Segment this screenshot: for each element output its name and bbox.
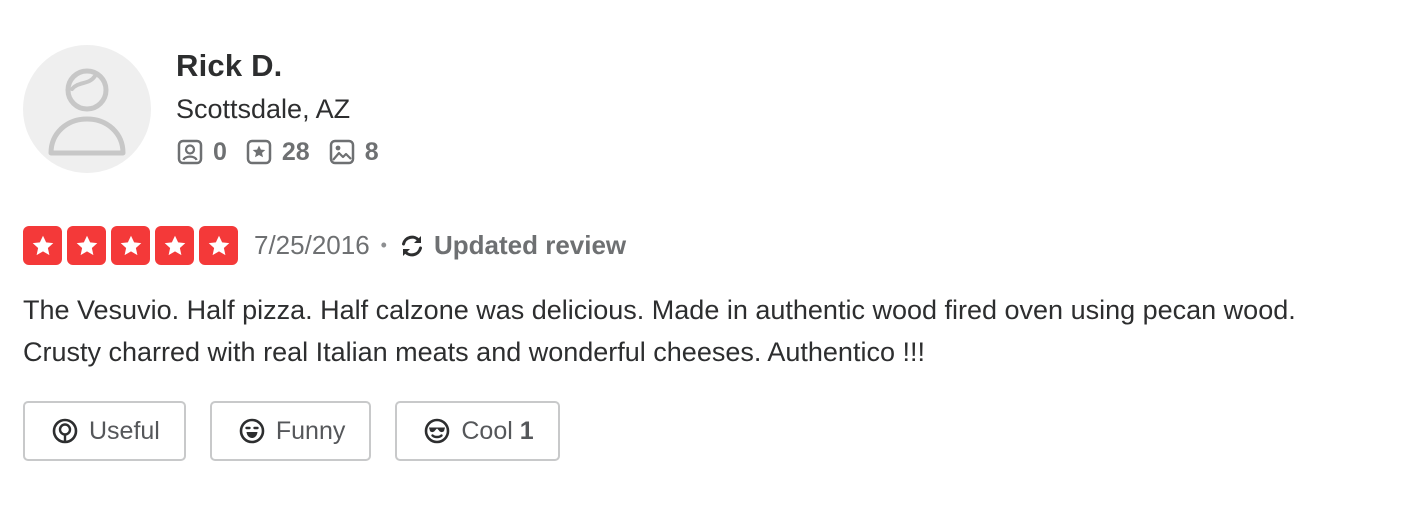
star-icon [32,235,53,255]
reviews-stat: 28 [245,136,310,168]
friends-stat: 0 [176,136,227,168]
star-icon [164,235,185,255]
useful-button[interactable]: Useful [23,401,186,461]
user-name[interactable]: Rick D. [176,46,397,86]
star-icon [208,235,229,255]
funny-label: Funny [275,416,346,445]
user-stats: 0 28 8 [176,136,397,168]
user-info: Rick D. Scottsdale, AZ 0 28 8 [176,46,397,168]
reaction-buttons: Useful Funny Cool 1 [23,401,584,461]
friends-icon [177,139,203,165]
refresh-icon [401,235,422,256]
photos-count: 8 [364,138,379,166]
star-box [199,226,238,265]
reviews-count: 28 [281,138,310,166]
cool-label: Cool [461,416,513,445]
user-location: Scottsdale, AZ [176,94,351,124]
separator-dot: • [380,235,387,255]
review-text: The Vesuvio. Half pizza. Half calzone wa… [23,295,1296,367]
review-card: Rick D. Scottsdale, AZ 0 28 8 7/25/2016 … [0,0,1406,508]
star-icon [76,235,97,255]
laughing-face-icon [239,418,265,444]
updated-review-label: Updated review [433,230,627,260]
sunglasses-face-icon [425,418,450,444]
review-star-icon [246,139,272,165]
useful-label: Useful [89,416,160,445]
star-rating [23,226,238,265]
star-box [111,226,150,265]
friends-count: 0 [213,138,227,166]
star-box [23,226,62,265]
updated-review-link[interactable]: Updated review [398,230,626,261]
funny-button[interactable]: Funny [209,401,372,461]
photos-stat: 8 [328,136,379,168]
avatar[interactable] [23,45,151,173]
cool-button[interactable]: Cool 1 [395,401,560,461]
rating-row: 7/25/2016 • Updated review [23,225,626,266]
lightbulb-icon [52,418,78,444]
photo-icon [329,139,354,165]
star-box [155,226,194,265]
star-box [67,226,106,265]
default-user-icon [48,68,126,156]
star-icon [120,235,141,255]
cool-count: 1 [519,416,534,445]
review-date: 7/25/2016 [254,230,370,260]
